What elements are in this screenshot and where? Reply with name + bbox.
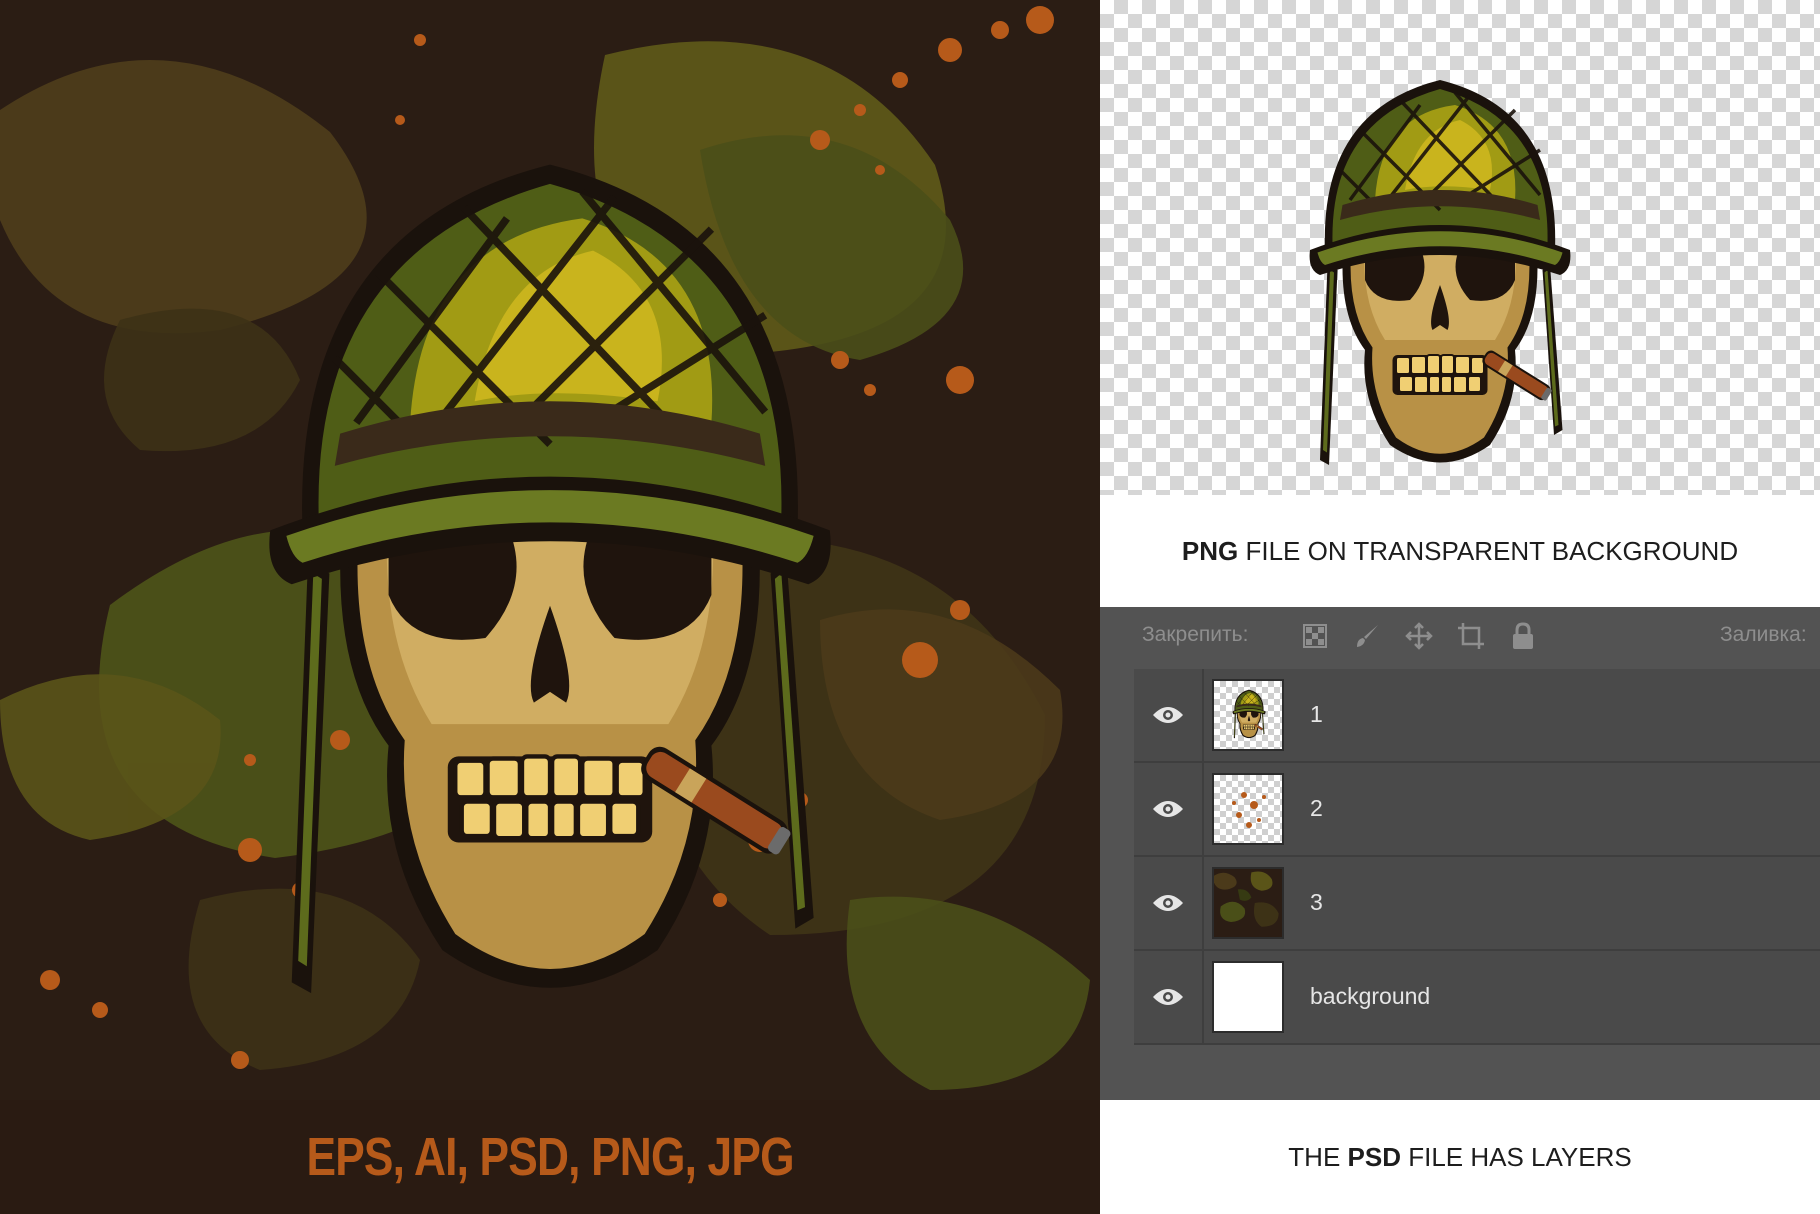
layer-name[interactable]: 1 [1310, 701, 1323, 728]
png-transparent-preview [1100, 0, 1820, 495]
skull-helmet-cutout [1307, 78, 1573, 467]
layer-name[interactable]: 2 [1310, 795, 1323, 822]
layer-thumbnail-white [1212, 961, 1284, 1033]
lock-label: Закрепить: [1142, 623, 1249, 646]
layers-panel: Закрепить: Заливка: 1 2 3 background [1100, 607, 1820, 1100]
artwork-preview [0, 0, 1100, 1100]
layer-row-3[interactable]: 3 [1134, 857, 1820, 951]
layer-thumbnail-skull [1212, 679, 1284, 751]
eye-visibility-icon[interactable] [1134, 669, 1204, 761]
layer-thumbnail-splatter [1212, 773, 1284, 845]
eye-visibility-icon[interactable] [1134, 951, 1204, 1043]
layer-name[interactable]: background [1310, 983, 1430, 1010]
lock-toolbar: Закрепить: Заливка: [1100, 607, 1820, 667]
formats-bar: EPS, AI, PSD, PNG, JPG [0, 1100, 1100, 1214]
formats-label: EPS, AI, PSD, PNG, JPG [306, 1127, 794, 1187]
png-caption-text: FILE ON TRANSPARENT BACKGROUND [1238, 535, 1739, 566]
layer-row-background[interactable]: background [1134, 951, 1820, 1045]
padlock-icon[interactable] [1508, 621, 1538, 651]
layer-name[interactable]: 3 [1310, 889, 1323, 916]
psd-caption-prefix: THE [1288, 1141, 1348, 1172]
png-caption-bold: PNG [1181, 535, 1239, 566]
eye-visibility-icon[interactable] [1134, 763, 1204, 855]
checkerboard-lock-icon[interactable] [1300, 621, 1330, 651]
png-caption: PNG FILE ON TRANSPARENT BACKGROUND [1100, 495, 1820, 607]
psd-caption-suffix: FILE HAS LAYERS [1400, 1141, 1632, 1172]
psd-caption: THE PSD FILE HAS LAYERS [1100, 1100, 1820, 1214]
move-lock-icon[interactable] [1404, 621, 1434, 651]
skull-helmet-illustration [0, 0, 1100, 1100]
layer-thumbnail-camo [1212, 867, 1284, 939]
brush-lock-icon[interactable] [1352, 621, 1382, 651]
layer-row-2[interactable]: 2 [1134, 763, 1820, 857]
fill-label: Заливка: [1720, 623, 1807, 646]
eye-visibility-icon[interactable] [1134, 857, 1204, 949]
psd-caption-bold: PSD [1347, 1141, 1401, 1172]
layer-row-1[interactable]: 1 [1134, 669, 1820, 763]
crop-lock-icon[interactable] [1456, 621, 1486, 651]
